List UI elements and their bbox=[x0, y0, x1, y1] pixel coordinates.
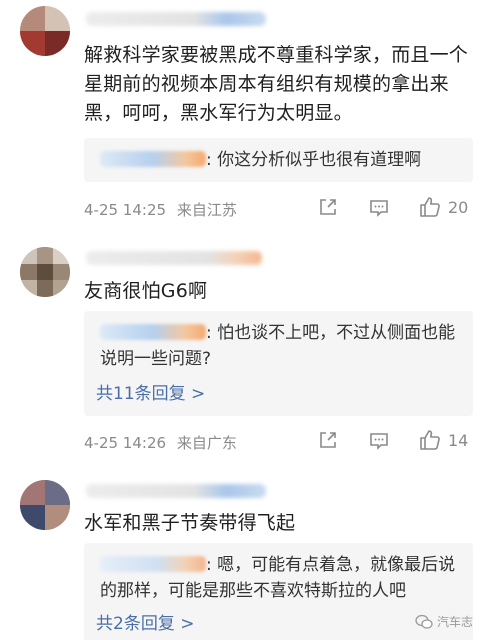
reply-separator: : bbox=[206, 323, 218, 343]
reply-separator: : bbox=[206, 150, 218, 170]
reply-preview[interactable]: : 怕也谈不上吧，不过从侧面也能说明一些问题? 共11条回复 > bbox=[84, 311, 473, 416]
avatar[interactable] bbox=[20, 6, 70, 56]
thumbs-up-icon bbox=[420, 430, 440, 450]
thumbs-up-icon bbox=[420, 197, 440, 217]
view-replies-link[interactable]: 共11条回复 > bbox=[96, 379, 205, 404]
like-button[interactable]: 20 bbox=[418, 195, 468, 219]
like-button[interactable]: 14 bbox=[418, 428, 468, 452]
timestamp: 4-25 14:26 bbox=[84, 434, 167, 452]
location: 来自江苏 bbox=[176, 201, 237, 219]
share-button[interactable] bbox=[317, 429, 339, 451]
comment-text: 友商很怕G6啊 bbox=[84, 280, 208, 302]
reply-username[interactable] bbox=[100, 556, 206, 572]
username[interactable] bbox=[86, 484, 266, 498]
view-replies-link[interactable]: 共2条回复 > bbox=[96, 609, 194, 634]
wechat-icon bbox=[415, 614, 433, 629]
comment-button[interactable] bbox=[368, 430, 390, 452]
reply-separator: : bbox=[206, 555, 218, 575]
reply-username[interactable] bbox=[100, 324, 206, 340]
reply-preview[interactable]: : 你这分析似乎也很有道理啊 bbox=[84, 138, 473, 182]
avatar[interactable] bbox=[20, 480, 70, 530]
share-button[interactable] bbox=[317, 196, 339, 218]
username[interactable] bbox=[86, 12, 266, 26]
comment-text: 水军和黑子节奏带得飞起 bbox=[84, 512, 296, 534]
watermark: 汽车志 bbox=[415, 613, 473, 630]
comment-meta: 4-25 14:25 来自江苏 bbox=[84, 199, 237, 220]
comment-meta: 4-25 14:26 来自广东 bbox=[84, 432, 237, 453]
location: 来自广东 bbox=[176, 434, 237, 452]
reply-username[interactable] bbox=[100, 151, 206, 167]
comment-text: 解救科学家要被黑成不尊重科学家，而且一个星期前的视频本周本有组织有规模的拿出来黑… bbox=[84, 44, 469, 124]
share-icon bbox=[320, 432, 336, 448]
comment-button[interactable] bbox=[368, 197, 390, 219]
avatar[interactable] bbox=[20, 247, 70, 297]
watermark-text: 汽车志 bbox=[436, 615, 473, 629]
like-count: 14 bbox=[448, 430, 469, 450]
timestamp: 4-25 14:25 bbox=[84, 201, 167, 219]
comment-icon bbox=[370, 433, 388, 450]
share-icon bbox=[320, 199, 336, 215]
reply-text: 你这分析似乎也很有道理啊 bbox=[217, 150, 422, 170]
comment-icon bbox=[370, 200, 388, 217]
like-count: 20 bbox=[448, 197, 469, 217]
username[interactable] bbox=[86, 251, 262, 265]
